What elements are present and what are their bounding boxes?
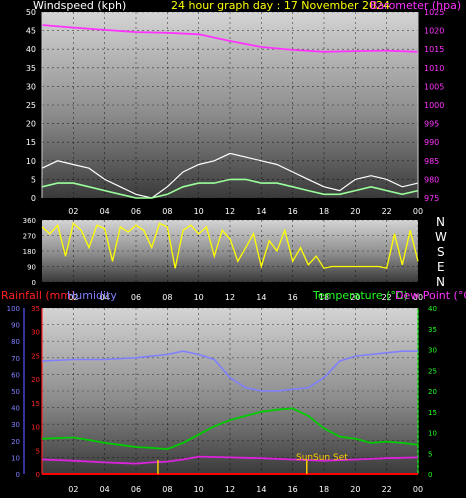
barometer-y-tick-975: 975 — [424, 194, 439, 203]
weather-chart-svg: 0510152025303540455097598098599099510001… — [1, 0, 466, 494]
windspeed-y-tick-10: 10 — [26, 157, 36, 166]
dir-label-e: E — [437, 260, 445, 274]
barometer-y-tick-1000: 1000 — [424, 101, 444, 110]
temp-y-tick-20: 20 — [428, 388, 437, 396]
barometer-y-tick-985: 985 — [424, 157, 439, 166]
top-x-tick-20: 20 — [350, 207, 360, 216]
barometer-y-tick-980: 980 — [424, 175, 439, 184]
dewpoint-title: Dew Point (°C) — [395, 289, 466, 302]
temp-y-tick-25: 25 — [428, 367, 437, 375]
windspeed-y-tick-15: 15 — [26, 138, 36, 147]
bottom-x-tick-06: 06 — [131, 485, 141, 494]
humidity-y-tick-80: 80 — [11, 338, 20, 346]
temp-y-tick-40: 40 — [428, 305, 437, 313]
bottom-x-tick-10: 10 — [194, 485, 204, 494]
mid-x-tick-16: 16 — [288, 293, 298, 302]
humidity-y-tick-100: 100 — [7, 305, 20, 313]
windspeed-y-tick-0: 0 — [31, 194, 36, 203]
direction-y-tick-270: 270 — [23, 233, 36, 241]
temp-y-tick-15: 15 — [428, 409, 437, 417]
humidity-title: Humidity — [67, 289, 117, 302]
top-x-tick-06: 06 — [131, 207, 141, 216]
windspeed-y-tick-20: 20 — [26, 120, 36, 129]
barometer-title: Barometer (hpa) — [370, 0, 461, 12]
bottom-x-tick-12: 12 — [225, 485, 235, 494]
rain-y-tick-15: 15 — [31, 400, 40, 408]
top-x-tick-22: 22 — [382, 207, 392, 216]
temp-y-tick-10: 10 — [428, 430, 437, 438]
top-x-tick-08: 08 — [162, 207, 172, 216]
barometer-y-tick-1010: 1010 — [424, 64, 444, 73]
windspeed-y-tick-5: 5 — [31, 175, 36, 184]
top-x-tick-14: 14 — [256, 207, 266, 216]
dir-label-w: W — [435, 230, 447, 244]
humidity-y-tick-90: 90 — [11, 322, 20, 330]
mid-x-tick-14: 14 — [256, 293, 266, 302]
windspeed-y-tick-35: 35 — [26, 64, 36, 73]
humidity-y-tick-40: 40 — [11, 405, 20, 413]
bottom-x-tick-00: 00 — [413, 485, 423, 494]
rain-y-tick-0: 0 — [36, 471, 40, 479]
humidity-y-tick-0: 0 — [16, 471, 20, 479]
mid-x-tick-10: 10 — [194, 293, 204, 302]
windspeed-title: Windspeed (kph) — [33, 0, 126, 12]
top-x-tick-00: 00 — [413, 207, 423, 216]
barometer-y-tick-990: 990 — [424, 138, 439, 147]
direction-y-tick-90: 90 — [27, 264, 36, 272]
weather-graph: 0 5 10 15 20 25 30 35 40 45 50 975 980 985 990 995 1000 1… — [0, 0, 466, 498]
barometer-y-tick-1020: 1020 — [424, 27, 444, 36]
humidity-y-tick-50: 50 — [11, 388, 20, 396]
bottom-x-tick-04: 04 — [100, 485, 110, 494]
bottom-x-tick-20: 20 — [350, 485, 360, 494]
top-x-tick-10: 10 — [194, 207, 204, 216]
humidity-y-tick-60: 60 — [11, 371, 20, 379]
mid-x-tick-06: 06 — [131, 293, 141, 302]
top-x-tick-12: 12 — [225, 207, 235, 216]
top-x-tick-18: 18 — [319, 207, 329, 216]
barometer-y-tick-1015: 1015 — [424, 45, 444, 54]
rain-y-tick-25: 25 — [31, 352, 40, 360]
temp-y-tick-0: 0 — [428, 471, 432, 479]
bottom-x-tick-08: 08 — [162, 485, 172, 494]
dir-label-n-top: N — [436, 215, 445, 229]
rain-y-tick-30: 30 — [31, 329, 40, 337]
dir-label-n-bottom: N — [436, 275, 445, 289]
humidity-y-tick-20: 20 — [11, 438, 20, 446]
mid-x-tick-12: 12 — [225, 293, 235, 302]
sunrise-label: Sun — [296, 453, 313, 463]
direction-y-tick-0: 0 — [32, 279, 36, 287]
bottom-x-tick-14: 14 — [256, 485, 266, 494]
rain-y-tick-10: 10 — [31, 424, 40, 432]
windspeed-y-tick-30: 30 — [26, 82, 36, 91]
rain-y-tick-20: 20 — [31, 376, 40, 384]
temp-y-tick-35: 35 — [428, 326, 437, 334]
top-x-tick-04: 04 — [100, 207, 110, 216]
rainfall-title: Rainfall (mm) — [1, 289, 75, 302]
sunset-label: Sun Set — [313, 453, 348, 463]
windspeed-y-tick-40: 40 — [26, 45, 36, 54]
mid-x-tick-08: 08 — [162, 293, 172, 302]
barometer-y-tick-1005: 1005 — [424, 82, 444, 91]
top-x-tick-16: 16 — [288, 207, 298, 216]
temp-y-tick-30: 30 — [428, 347, 437, 355]
bottom-x-tick-18: 18 — [319, 485, 329, 494]
dir-label-s: S — [437, 245, 445, 259]
rain-y-tick-5: 5 — [36, 447, 40, 455]
humidity-y-tick-70: 70 — [11, 355, 20, 363]
bottom-x-tick-22: 22 — [382, 485, 392, 494]
barometer-y-tick-995: 995 — [424, 120, 439, 129]
temp-y-tick-5: 5 — [428, 450, 432, 458]
humidity-y-tick-30: 30 — [11, 421, 20, 429]
direction-y-tick-180: 180 — [23, 248, 36, 256]
humidity-y-tick-10: 10 — [11, 454, 20, 462]
windspeed-y-tick-25: 25 — [26, 101, 36, 110]
rain-y-tick-35: 35 — [31, 305, 40, 313]
top-x-tick-02: 02 — [68, 207, 78, 216]
bottom-x-tick-16: 16 — [288, 485, 298, 494]
temperature-title: Temperature (°C) — [312, 289, 408, 302]
windspeed-y-tick-45: 45 — [26, 27, 36, 36]
bottom-x-tick-02: 02 — [68, 485, 78, 494]
graph-date-title: 24 hour graph day : 17 November 2024 — [171, 0, 390, 12]
direction-y-tick-360: 360 — [23, 217, 36, 225]
